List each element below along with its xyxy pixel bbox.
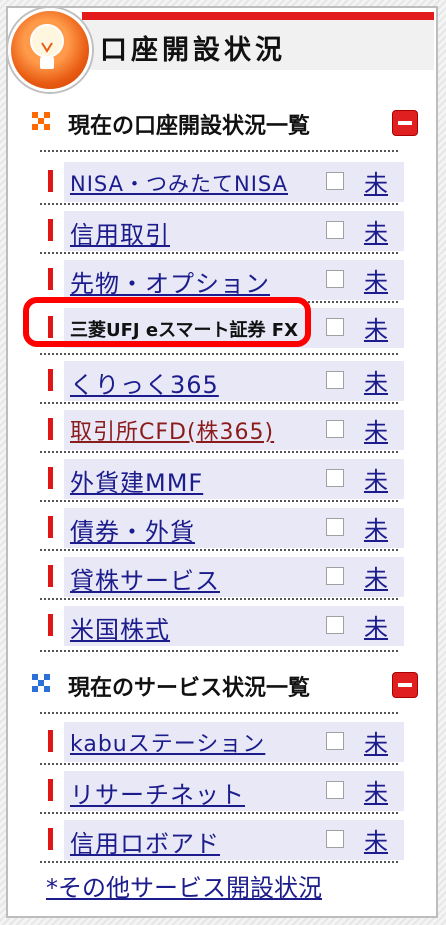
divider [40,150,398,152]
list-item-margin: 信用取引 未 [42,207,404,253]
divider [40,861,398,863]
status-link[interactable]: 未 [364,363,388,398]
checkbox[interactable] [326,518,344,536]
status-link[interactable]: 未 [364,724,388,759]
list-item-research-net: リサーチネット 未 [42,767,404,813]
red-bar-icon [48,730,53,752]
checkbox[interactable] [326,371,344,389]
divider [40,712,398,714]
item-link[interactable]: 先物・オプション [70,264,270,299]
status-link[interactable]: 未 [364,822,388,857]
item-link[interactable]: 外貨建MMF [70,463,203,498]
red-bar-icon [48,369,53,391]
divider [40,598,398,600]
item-link[interactable]: 信用ロボアド [70,824,220,859]
divider [40,252,398,254]
divider [40,549,398,551]
checker-icon [32,112,50,130]
status-link[interactable]: 未 [364,559,388,594]
checker-icon [32,674,50,692]
status-link[interactable]: 未 [364,412,388,447]
section-header-services: 現在のサービス状況一覧 [28,666,418,702]
divider [40,500,398,502]
checkbox[interactable] [326,781,344,799]
checkbox[interactable] [326,567,344,585]
divider [40,353,398,355]
divider [40,763,398,765]
checkbox[interactable] [326,469,344,487]
checkbox[interactable] [326,172,344,190]
panel-header: 口座開設状況 [0,0,446,95]
list-item-cfd: 取引所CFD(株365) 未 [42,406,404,452]
item-link[interactable]: 貸株サービス [70,561,220,596]
red-bar-icon [48,828,53,850]
divider [40,203,398,205]
list-item-robo-advisor: 信用ロボアド 未 [42,816,404,862]
divider [40,812,398,814]
list-item-futures: 先物・オプション 未 [42,256,404,302]
red-bar-icon [48,268,53,290]
list-item-nisa: NISA・つみたてNISA 未 [42,158,404,204]
status-link[interactable]: 未 [364,773,388,808]
list-item-kabu-station: kabuステーション 未 [42,718,404,764]
red-bar-icon [48,219,53,241]
divider [40,402,398,404]
item-link[interactable]: くりっく365 [70,365,219,400]
checkbox[interactable] [326,420,344,438]
status-link[interactable]: 未 [364,164,388,199]
section-header-accounts: 現在の口座開設状況一覧 [28,104,418,140]
highlight-box [23,297,311,347]
checkbox[interactable] [326,830,344,848]
status-link[interactable]: 未 [364,510,388,545]
divider [40,451,398,453]
list-item-click365: くりっく365 未 [42,357,404,403]
checkbox[interactable] [326,318,344,336]
status-link[interactable]: 未 [364,310,388,345]
item-link[interactable]: 取引所CFD(株365) [70,414,274,446]
red-bar-icon [48,779,53,801]
red-bar-icon [48,614,53,636]
status-link[interactable]: 未 [364,213,388,248]
item-link[interactable]: リサーチネット [70,775,245,810]
list-item-bonds: 債券・外貨 未 [42,504,404,550]
red-bar-icon [48,565,53,587]
list-item-mmf: 外貨建MMF 未 [42,455,404,501]
list-item-lending: 貸株サービス 未 [42,553,404,599]
status-link[interactable]: 未 [364,461,388,496]
item-link[interactable]: NISA・つみたてNISA [70,168,288,198]
checkbox[interactable] [326,270,344,288]
item-link[interactable]: 信用取引 [70,215,170,250]
checkbox[interactable] [326,221,344,239]
item-link[interactable]: 米国株式 [70,610,170,645]
status-link[interactable]: 未 [364,608,388,643]
collapse-button[interactable] [392,110,418,136]
page-title: 口座開設状況 [100,35,286,66]
item-link[interactable]: kabuステーション [70,726,265,758]
list-item-us-stocks: 米国株式 未 [42,602,404,648]
red-bar-icon [48,516,53,538]
section-title: 現在のサービス状況一覧 [68,676,311,701]
status-link[interactable]: 未 [364,262,388,297]
red-bar-icon [48,467,53,489]
other-services-link[interactable]: *その他サービス開設状況 [46,868,322,903]
section-title: 現在の口座開設状況一覧 [68,114,311,139]
checkbox[interactable] [326,732,344,750]
item-link[interactable]: 債券・外貨 [70,512,195,547]
collapse-button[interactable] [392,672,418,698]
red-bar-icon [48,418,53,440]
red-bar-icon [48,170,53,192]
checkbox[interactable] [326,616,344,634]
lightbulb-icon [8,8,92,92]
divider [40,650,398,652]
